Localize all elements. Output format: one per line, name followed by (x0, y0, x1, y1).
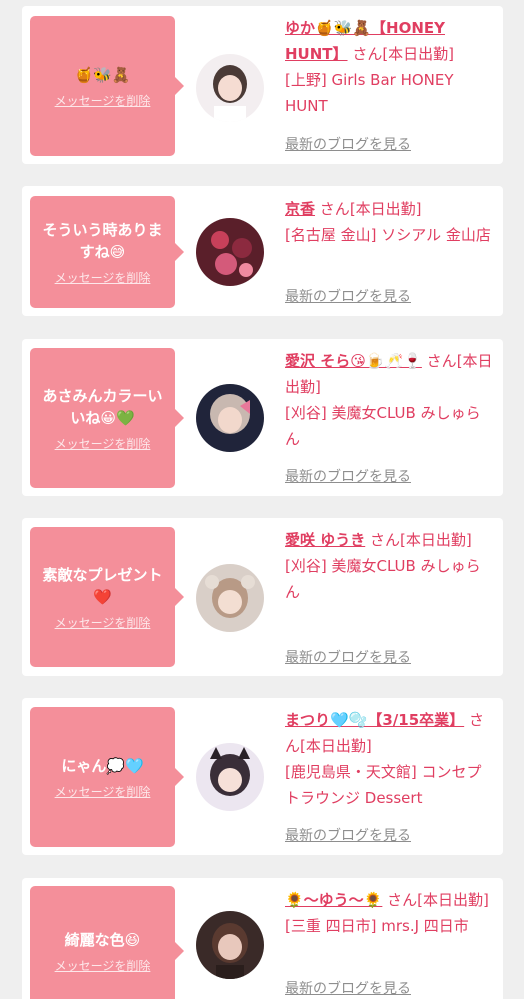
latest-blog-link[interactable]: 最新のブログを見る (285, 286, 411, 306)
latest-blog-link[interactable]: 最新のブログを見る (285, 647, 411, 667)
work-status: [本日出勤] (400, 531, 472, 549)
delete-message-link[interactable]: メッセージを削除 (55, 435, 151, 452)
message-text: 素敵なプレゼント❤️ (42, 565, 163, 606)
message-bubble: にゃん💭🩵 メッセージを削除 (30, 707, 175, 847)
cast-name-link[interactable]: 京香 (285, 200, 315, 218)
message-text: にゃん💭🩵 (61, 756, 144, 775)
honorific: さん (370, 531, 401, 549)
cast-name-link[interactable]: 愛沢 そら😘🍺🥂🍷 (285, 352, 422, 370)
message-card: あさみんカラーいいね😀💚 メッセージを削除 愛沢 そら😘🍺🥂🍷 さん[本日出勤]… (22, 339, 503, 496)
message-text: あさみんカラーいいね😀💚 (42, 386, 163, 427)
delete-message-link[interactable]: メッセージを削除 (55, 957, 151, 974)
cast-info: 愛沢 そら😘🍺🥂🍷 さん[本日出勤] [刈谷] 美魔女CLUB みしゅらん (285, 348, 495, 452)
delete-message-link[interactable]: メッセージを削除 (55, 614, 151, 631)
message-bubble: あさみんカラーいいね😀💚 メッセージを削除 (30, 348, 175, 488)
message-card: そういう時ありますね😅 メッセージを削除 京香 さん[本日出勤] [名古屋 金山… (22, 186, 503, 316)
message-text: そういう時ありますね😅 (42, 220, 163, 261)
cast-info: 愛咲 ゆうき さん[本日出勤] [刈谷] 美魔女CLUB みしゅらん (285, 527, 495, 605)
shop-name: [刈谷] 美魔女CLUB みしゅらん (285, 404, 481, 448)
avatar[interactable] (196, 384, 264, 452)
message-text: 綺麗な色😆 (64, 930, 141, 949)
work-status: [本日出勤] (382, 45, 455, 63)
delete-message-link[interactable]: メッセージを削除 (55, 269, 151, 286)
cast-info: 🌻〜ゆう〜🌻 さん[本日出勤] [三重 四日市] mrs.J 四日市 (285, 887, 495, 939)
cast-info: まつり🩵🫧【3/15卒業】 さん[本日出勤] [鹿児島県・天文館] コンセプトラ… (285, 707, 495, 811)
honorific: さん (352, 45, 383, 63)
cast-info: 京香 さん[本日出勤] [名古屋 金山] ソシアル 金山店 (285, 196, 495, 248)
latest-blog-link[interactable]: 最新のブログを見る (285, 978, 411, 998)
message-card: 綺麗な色😆 メッセージを削除 🌻〜ゆう〜🌻 さん[本日出勤] [三重 四日市] … (22, 878, 503, 999)
avatar[interactable] (196, 743, 264, 811)
avatar[interactable] (196, 218, 264, 286)
message-bubble: 素敵なプレゼント❤️ メッセージを削除 (30, 527, 175, 667)
cast-name-link[interactable]: 愛咲 ゆうき (285, 531, 365, 549)
honorific: さん (387, 891, 418, 909)
shop-name: [名古屋 金山] ソシアル 金山店 (285, 226, 491, 244)
avatar[interactable] (196, 564, 264, 632)
work-status: [本日出勤] (349, 200, 422, 218)
work-status: [本日出勤] (417, 891, 489, 909)
message-card: 素敵なプレゼント❤️ メッセージを削除 愛咲 ゆうき さん[本日出勤] [刈谷]… (22, 518, 503, 676)
cast-info: ゆか🍯🐝🧸【HONEY HUNT】 さん[本日出勤] [上野] Girls Ba… (285, 15, 495, 119)
honorific: さん (426, 352, 457, 370)
message-card: 🍯🐝🧸 メッセージを削除 ゆか🍯🐝🧸【HONEY HUNT】 さん[本日出勤] … (22, 6, 503, 164)
shop-name: [鹿児島県・天文館] コンセプトラウンジ Dessert (285, 763, 482, 807)
shop-name: [上野] Girls Bar HONEY HUNT (285, 71, 454, 115)
shop-name: [三重 四日市] mrs.J 四日市 (285, 917, 469, 935)
honorific: さん (319, 200, 350, 218)
delete-message-link[interactable]: メッセージを削除 (55, 783, 151, 800)
latest-blog-link[interactable]: 最新のブログを見る (285, 466, 411, 486)
delete-message-link[interactable]: メッセージを削除 (55, 92, 151, 109)
work-status: [本日出勤] (300, 737, 372, 755)
message-text: 🍯🐝🧸 (74, 65, 131, 84)
message-bubble: 🍯🐝🧸 メッセージを削除 (30, 16, 175, 156)
message-bubble: そういう時ありますね😅 メッセージを削除 (30, 196, 175, 308)
latest-blog-link[interactable]: 最新のブログを見る (285, 825, 411, 845)
message-bubble: 綺麗な色😆 メッセージを削除 (30, 886, 175, 999)
message-card: にゃん💭🩵 メッセージを削除 まつり🩵🫧【3/15卒業】 さん[本日出勤] [鹿… (22, 698, 503, 855)
avatar[interactable] (196, 911, 264, 979)
cast-name-link[interactable]: まつり🩵🫧【3/15卒業】 (285, 711, 464, 729)
cast-name-link[interactable]: 🌻〜ゆう〜🌻 (285, 891, 382, 909)
latest-blog-link[interactable]: 最新のブログを見る (285, 134, 411, 154)
shop-name: [刈谷] 美魔女CLUB みしゅらん (285, 557, 481, 601)
avatar[interactable] (196, 54, 264, 122)
